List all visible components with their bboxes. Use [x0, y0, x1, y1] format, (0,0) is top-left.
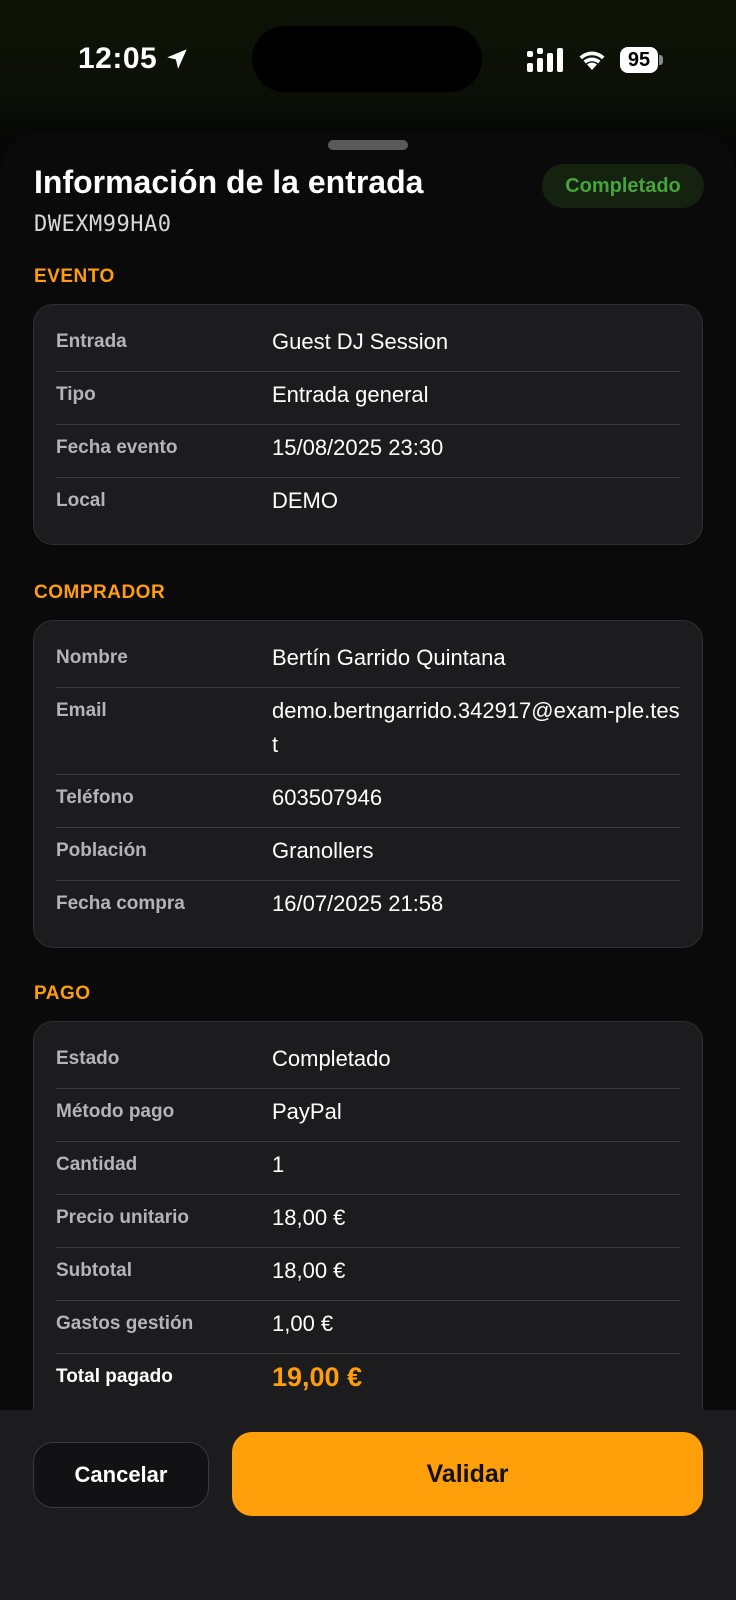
info-row: Local DEMO	[56, 478, 680, 530]
ticket-code: DWEXM99HA0	[34, 212, 172, 237]
row-value: DEMO	[272, 488, 338, 513]
info-row: Subtotal 18,00 €	[56, 1248, 680, 1301]
sheet-title: Información de la entrada	[34, 164, 424, 200]
status-badge: Completado	[542, 164, 704, 208]
row-label: Cantidad	[56, 1154, 138, 1175]
info-row: Nombre Bertín Garrido Quintana	[56, 635, 680, 688]
card-pago: Estado Completado Método pago PayPal Can…	[33, 1021, 703, 1441]
total-value: 19,00 €	[272, 1362, 363, 1392]
info-row: Estado Completado	[56, 1036, 680, 1089]
row-value: PayPal	[272, 1099, 342, 1124]
row-value: 603507946	[272, 785, 383, 810]
row-value: 15/08/2025 23:30	[272, 435, 444, 460]
row-label: Método pago	[56, 1101, 175, 1122]
total-label: Total pagado	[56, 1366, 173, 1387]
row-value: 1,00 €	[272, 1311, 334, 1336]
row-value: Completado	[272, 1046, 391, 1071]
info-row: Email demo.bertngarrido.342917@exam-ple.…	[56, 688, 680, 775]
info-row: Método pago PayPal	[56, 1089, 680, 1142]
row-value: 1	[272, 1152, 285, 1177]
battery-icon: 95	[620, 47, 663, 73]
row-label: Precio unitario	[56, 1207, 190, 1228]
info-row: Entrada Guest DJ Session	[56, 319, 680, 372]
wifi-icon	[579, 51, 605, 70]
row-label: Fecha evento	[56, 437, 178, 458]
row-value: 18,00 €	[272, 1258, 346, 1283]
info-row: Fecha compra 16/07/2025 21:58	[56, 881, 680, 933]
dynamic-island	[252, 26, 482, 92]
sheet-grabber[interactable]	[328, 140, 408, 150]
info-row: Gastos gestión 1,00 €	[56, 1301, 680, 1354]
row-label: Entrada	[56, 331, 127, 352]
info-row-total: Total pagado 19,00 €	[56, 1354, 680, 1406]
validate-button[interactable]: Validar	[232, 1432, 703, 1516]
status-time: 12:05	[78, 42, 158, 75]
row-label: Población	[56, 840, 147, 861]
row-value: 16/07/2025 21:58	[272, 891, 444, 916]
section-label-pago: PAGO	[34, 983, 91, 1004]
battery-tip	[659, 55, 663, 65]
cellular-signal-icon	[527, 48, 563, 72]
row-value: 18,00 €	[272, 1205, 346, 1230]
bottom-action-bar: Cancelar Validar	[0, 1410, 736, 1600]
ticket-info-sheet: Información de la entrada DWEXM99HA0 Com…	[0, 132, 736, 1600]
battery-level: 95	[620, 47, 658, 73]
info-row: Teléfono 603507946	[56, 775, 680, 828]
row-label: Estado	[56, 1048, 120, 1069]
row-value: Entrada general	[272, 382, 429, 407]
card-comprador: Nombre Bertín Garrido Quintana Email dem…	[33, 620, 703, 948]
row-label: Tipo	[56, 384, 96, 405]
section-label-comprador: COMPRADOR	[34, 582, 166, 603]
section-label-evento: EVENTO	[34, 266, 115, 287]
card-evento: Entrada Guest DJ Session Tipo Entrada ge…	[33, 304, 703, 545]
info-row: Población Granollers	[56, 828, 680, 881]
row-value-email: demo.bertngarrido.342917@exam-ple.test	[272, 698, 680, 757]
row-label: Fecha compra	[56, 893, 185, 914]
location-arrow-icon	[167, 49, 187, 69]
cancel-button[interactable]: Cancelar	[33, 1442, 209, 1508]
row-label: Gastos gestión	[56, 1313, 194, 1334]
info-row: Fecha evento 15/08/2025 23:30	[56, 425, 680, 478]
screen: 12:05 95 Información de la entrada DWEXM…	[0, 0, 736, 1600]
row-label: Local	[56, 490, 106, 511]
row-label: Subtotal	[56, 1260, 132, 1281]
info-row: Tipo Entrada general	[56, 372, 680, 425]
row-label: Email	[56, 700, 107, 721]
row-value: Granollers	[272, 838, 374, 863]
row-label: Teléfono	[56, 787, 134, 808]
row-value: Guest DJ Session	[272, 329, 449, 354]
row-value: Bertín Garrido Quintana	[272, 645, 506, 670]
row-label: Nombre	[56, 647, 128, 668]
info-row: Cantidad 1	[56, 1142, 680, 1195]
status-bar: 12:05 95	[0, 0, 736, 120]
info-row: Precio unitario 18,00 €	[56, 1195, 680, 1248]
